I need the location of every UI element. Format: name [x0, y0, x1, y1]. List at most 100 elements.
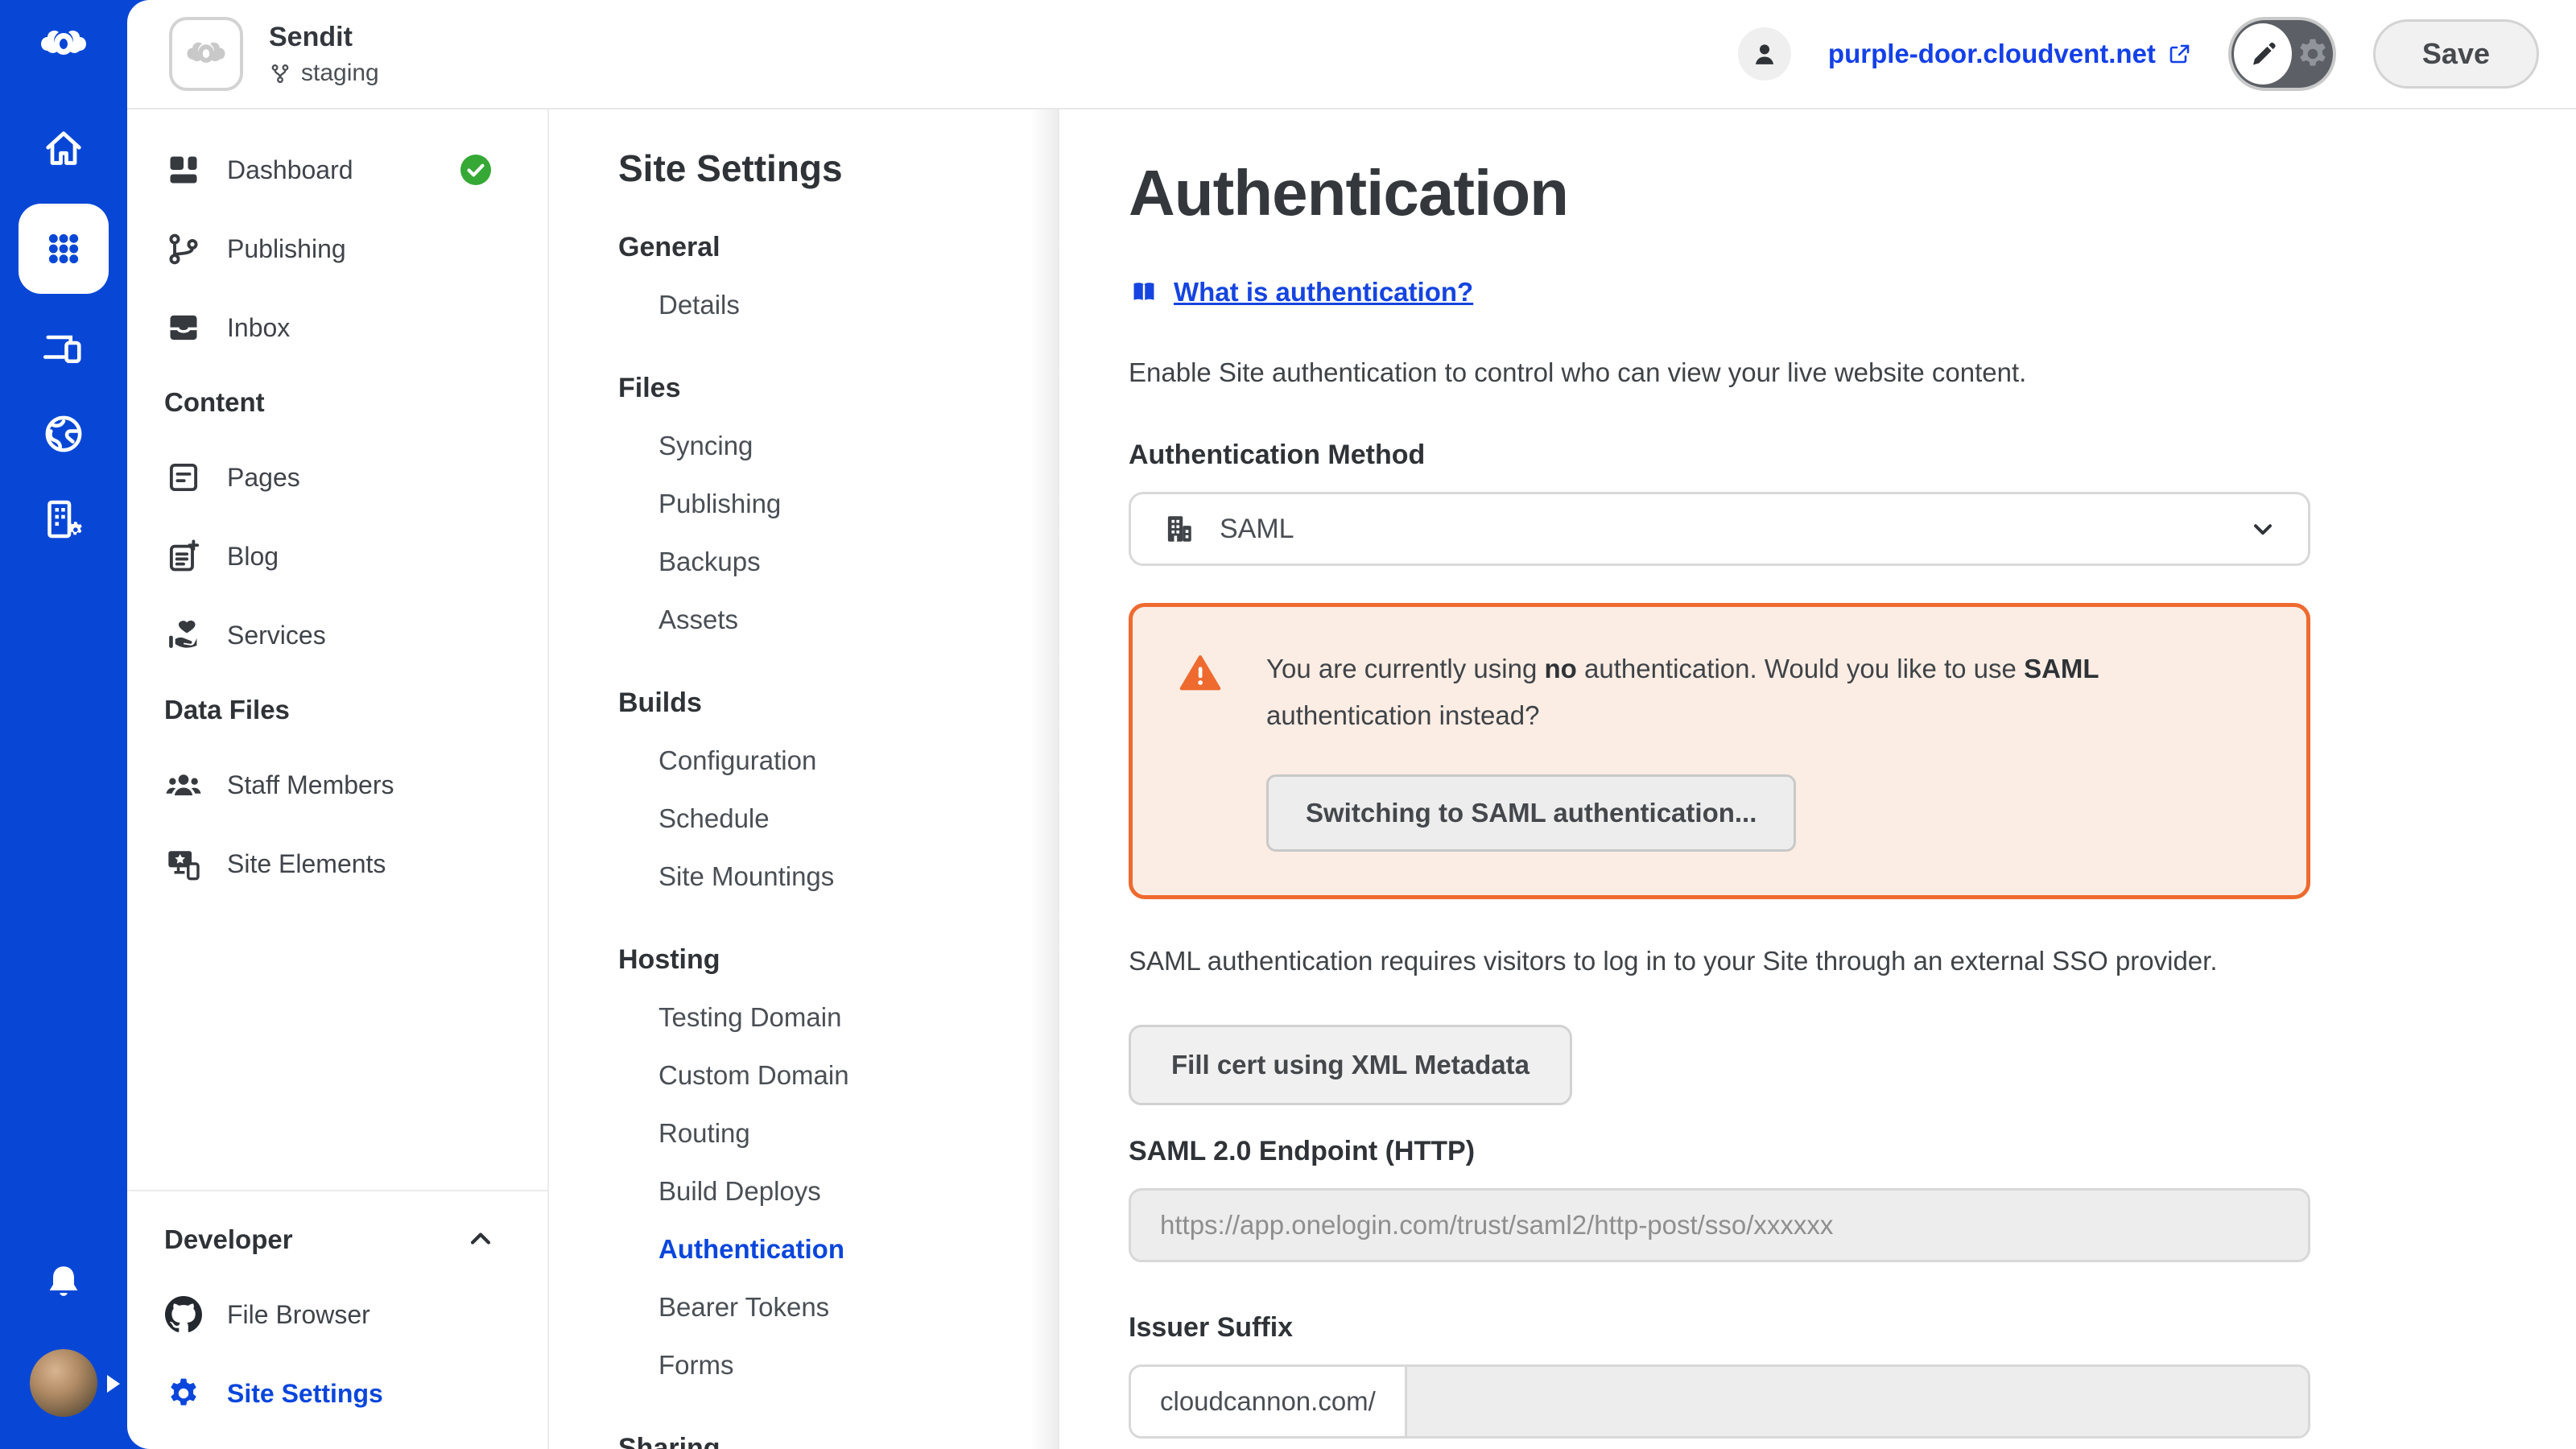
endpoint-label: SAML 2.0 Endpoint (HTTP)	[1129, 1136, 2310, 1167]
sidebar-item-label: Site Settings	[227, 1379, 383, 1409]
pencil-icon[interactable]	[2234, 23, 2292, 85]
settings-item-routing[interactable]: Routing	[618, 1104, 1059, 1162]
document-add-icon	[164, 539, 203, 574]
page-icon	[164, 460, 203, 495]
organization-settings-icon[interactable]	[39, 495, 88, 543]
sidebar-item-label: Publishing	[227, 234, 346, 264]
developer-section-toggle[interactable]: Developer	[127, 1204, 547, 1275]
apps-grid-icon[interactable]	[19, 204, 109, 294]
sidebar-item-site-elements[interactable]: Site Elements	[127, 824, 547, 903]
sidebar-item-label: Blog	[227, 542, 279, 572]
settings-item-backups[interactable]: Backups	[618, 533, 1059, 591]
home-icon[interactable]	[39, 125, 88, 173]
settings-section-sharing: Sharing	[618, 1433, 1059, 1449]
chevron-down-icon	[2248, 514, 2277, 543]
check-circle-icon	[460, 155, 491, 185]
cloudcannon-logo-icon	[39, 24, 89, 68]
issuer-suffix-field: cloudcannon.com/	[1129, 1364, 2310, 1439]
settings-section-files: Files	[618, 373, 1059, 404]
issuer-suffix-input[interactable]	[1407, 1367, 2308, 1436]
github-icon	[164, 1296, 203, 1333]
save-button[interactable]: Save	[2373, 19, 2539, 89]
authentication-method-select[interactable]: SAML	[1129, 492, 2310, 566]
help-link-text: What is authentication?	[1174, 277, 1473, 308]
switch-to-saml-button[interactable]: Switching to SAML authentication...	[1266, 774, 1796, 852]
sidebar-item-label: Pages	[227, 463, 300, 493]
dashboard-icon	[164, 152, 203, 188]
sidebar-item-services[interactable]: Services	[127, 596, 547, 675]
settings-mode-gear-icon[interactable]	[2295, 36, 2330, 72]
sidebar-item-inbox[interactable]: Inbox	[127, 288, 547, 367]
settings-item-site-mountings[interactable]: Site Mountings	[618, 848, 1059, 906]
globe-icon[interactable]	[39, 410, 88, 458]
building-icon	[1162, 512, 1195, 546]
settings-nav-title: Site Settings	[618, 147, 1059, 190]
settings-item-testing-domain[interactable]: Testing Domain	[618, 989, 1059, 1046]
expand-caret-icon	[107, 1375, 120, 1393]
user-avatar-photo[interactable]	[30, 1349, 97, 1417]
sidebar-item-file-browser[interactable]: File Browser	[127, 1275, 547, 1354]
page-title: Authentication	[1129, 156, 2310, 230]
settings-item-build-deploys[interactable]: Build Deploys	[618, 1162, 1059, 1220]
settings-item-custom-domain[interactable]: Custom Domain	[618, 1046, 1059, 1104]
saml-endpoint-input[interactable]	[1129, 1188, 2310, 1262]
sidebar: Dashboard Publis	[127, 109, 549, 1449]
external-link-icon	[2167, 42, 2191, 66]
sidebar-item-label: File Browser	[227, 1300, 370, 1330]
issuer-label: Issuer Suffix	[1129, 1312, 2310, 1344]
method-label: Authentication Method	[1129, 440, 2310, 471]
settings-item-bearer-tokens[interactable]: Bearer Tokens	[618, 1278, 1059, 1336]
sidebar-section-content: Content	[127, 367, 547, 438]
screen-star-icon	[164, 845, 203, 882]
git-branch-icon	[269, 62, 291, 85]
what-is-authentication-link[interactable]: What is authentication?	[1129, 277, 1473, 308]
settings-item-details[interactable]: Details	[618, 276, 1059, 334]
settings-item-publishing[interactable]: Publishing	[618, 475, 1059, 533]
topbar: Sendit staging	[127, 0, 2576, 109]
chevron-up-icon	[467, 1226, 494, 1253]
developer-section-label: Developer	[164, 1224, 293, 1255]
notifications-bell-icon[interactable]	[39, 1259, 88, 1307]
warning-triangle-icon	[1179, 652, 1221, 852]
settings-item-forms[interactable]: Forms	[618, 1336, 1059, 1394]
issuer-prefix: cloudcannon.com/	[1131, 1367, 1407, 1436]
sidebar-item-dashboard[interactable]: Dashboard	[127, 130, 547, 209]
hand-heart-icon	[164, 617, 203, 653]
sidebar-section-data-files: Data Files	[127, 675, 547, 745]
settings-item-schedule[interactable]: Schedule	[618, 790, 1059, 848]
warning-banner: You are currently using no authenticatio…	[1129, 603, 2310, 899]
sidebar-item-site-settings[interactable]: Site Settings	[127, 1354, 547, 1433]
sidebar-item-label: Services	[227, 621, 326, 650]
user-avatar[interactable]	[30, 1349, 97, 1417]
site-name: Sendit	[269, 22, 379, 53]
book-icon	[1129, 279, 1159, 306]
settings-item-syncing[interactable]: Syncing	[618, 417, 1059, 475]
site-domain-link[interactable]: purple-door.cloudvent.net	[1828, 39, 2191, 69]
devices-icon[interactable]	[39, 324, 88, 373]
settings-nav: Site Settings General Details Files Sync…	[549, 109, 1059, 1449]
inbox-icon	[164, 310, 203, 345]
site-meta: Sendit staging	[269, 22, 379, 87]
warning-text: You are currently using no authenticatio…	[1266, 646, 2261, 739]
branch-label: staging	[301, 60, 379, 87]
settings-item-authentication[interactable]: Authentication	[618, 1220, 1059, 1278]
sidebar-item-pages[interactable]: Pages	[127, 438, 547, 517]
people-icon	[164, 766, 203, 803]
app-root: Sendit staging	[0, 0, 2576, 1449]
sidebar-item-staff-members[interactable]: Staff Members	[127, 745, 547, 824]
method-value: SAML	[1220, 514, 1294, 545]
sidebar-item-label: Dashboard	[227, 155, 353, 185]
account-avatar-icon[interactable]	[1738, 27, 1791, 80]
settings-item-assets[interactable]: Assets	[618, 591, 1059, 649]
rail-nav	[19, 125, 109, 543]
intro-text: Enable Site authentication to control wh…	[1129, 357, 2310, 388]
sidebar-item-publishing[interactable]: Publishing	[127, 209, 547, 288]
gear-icon	[164, 1376, 203, 1411]
settings-item-configuration[interactable]: Configuration	[618, 732, 1059, 790]
settings-section-general: General	[618, 232, 1059, 263]
topbar-right: purple-door.cloudvent.net	[1738, 17, 2539, 91]
editor-mode-toggle[interactable]	[2228, 17, 2336, 91]
fill-cert-xml-button[interactable]: Fill cert using XML Metadata	[1129, 1025, 1572, 1105]
app-surface: Sendit staging	[127, 0, 2576, 1449]
sidebar-item-blog[interactable]: Blog	[127, 517, 547, 596]
